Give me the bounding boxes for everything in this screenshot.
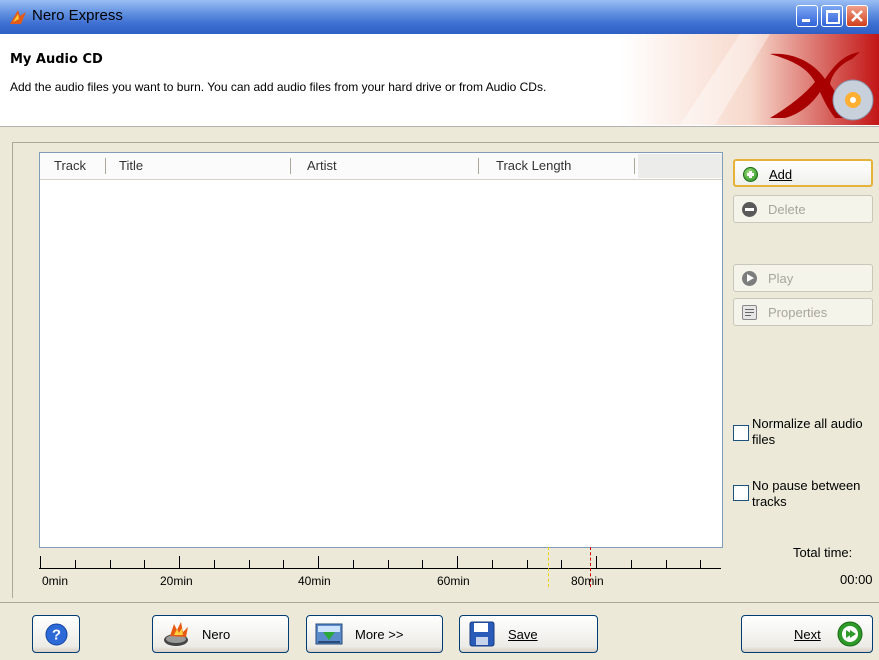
- play-button[interactable]: Play: [733, 264, 873, 292]
- ruler-label: 0min: [42, 574, 69, 588]
- close-icon: [851, 10, 863, 22]
- disc-capacity-ruler: 0min 20min 40min 60min 80min: [39, 547, 721, 595]
- add-icon: [743, 167, 758, 182]
- save-button[interactable]: Save: [459, 615, 598, 653]
- svg-text:?: ?: [52, 627, 61, 644]
- ruler-label: 20min: [160, 574, 193, 588]
- nero-flame-icon: [10, 10, 26, 24]
- delete-icon: [742, 202, 757, 217]
- add-button[interactable]: Add: [733, 159, 873, 187]
- more-options-icon: [315, 623, 343, 645]
- next-arrow-icon: [837, 621, 863, 647]
- floppy-disk-icon: [469, 621, 495, 647]
- window-title: Nero Express: [32, 7, 123, 24]
- column-artist[interactable]: Artist: [307, 153, 337, 179]
- play-icon: [742, 271, 757, 286]
- close-button[interactable]: [846, 5, 868, 27]
- properties-button[interactable]: Properties: [733, 298, 873, 326]
- title-bar: Nero Express: [0, 0, 879, 35]
- ruler-label: 60min: [437, 574, 470, 588]
- normalize-audio-label: Normalize all audio files: [752, 416, 863, 447]
- help-icon: ?: [45, 623, 68, 646]
- maximize-icon: [826, 10, 840, 24]
- track-list[interactable]: Track Title Artist Track Length: [39, 152, 723, 548]
- properties-label: Properties: [768, 305, 828, 320]
- help-button[interactable]: ?: [32, 615, 80, 653]
- ruler-label: 80min: [571, 574, 604, 588]
- column-track[interactable]: Track: [54, 153, 86, 179]
- minimize-button[interactable]: [796, 5, 818, 27]
- ruler-label: 40min: [298, 574, 331, 588]
- nero-label: Nero: [202, 627, 231, 642]
- total-time-label: Total time:: [793, 545, 853, 560]
- play-label: Play: [768, 271, 794, 286]
- more-label: More >>: [355, 627, 404, 642]
- more-button[interactable]: More >>: [306, 615, 443, 653]
- nero-burning-disc-icon: [164, 622, 188, 646]
- column-title[interactable]: Title: [119, 153, 143, 179]
- add-label: Add: [769, 167, 793, 182]
- total-time-value: 00:00: [840, 572, 873, 587]
- next-button[interactable]: Next: [741, 615, 873, 653]
- nero-logo: [620, 34, 879, 125]
- track-list-header: Track Title Artist Track Length: [40, 153, 722, 180]
- column-track-length[interactable]: Track Length: [496, 153, 571, 179]
- nero-button[interactable]: Nero: [152, 615, 289, 653]
- save-label: Save: [508, 627, 538, 642]
- page-title: My Audio CD: [10, 52, 103, 67]
- no-pause-checkbox[interactable]: [733, 485, 749, 501]
- delete-label: Delete: [768, 202, 806, 217]
- delete-button[interactable]: Delete: [733, 195, 873, 223]
- next-label: Next: [794, 627, 821, 642]
- normalize-audio-checkbox[interactable]: [733, 425, 749, 441]
- capacity-marker-yellow: [548, 547, 549, 587]
- no-pause-label: No pause between tracks: [752, 478, 861, 509]
- properties-icon: [742, 305, 757, 320]
- minimize-icon: [802, 19, 810, 22]
- page-description: Add the audio files you want to burn. Yo…: [10, 80, 547, 94]
- divider: [0, 602, 879, 603]
- maximize-button[interactable]: [821, 5, 843, 27]
